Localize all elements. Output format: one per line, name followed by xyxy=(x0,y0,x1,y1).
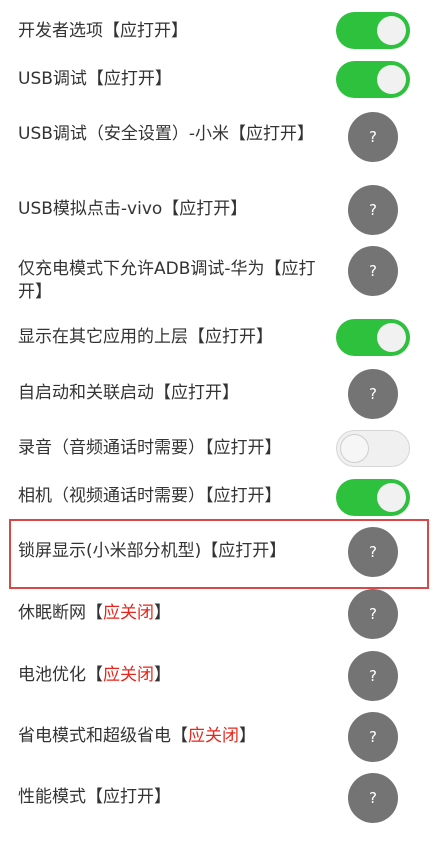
toggle-switch-on[interactable] xyxy=(336,12,410,49)
help-button[interactable]: ? xyxy=(348,773,398,823)
label-tail: 】 xyxy=(154,603,171,623)
question-icon: ? xyxy=(369,789,377,807)
label-text: 电池优化【 xyxy=(18,665,103,685)
help-button[interactable]: ? xyxy=(348,185,398,235)
row-label: USB调试（安全设置）-小米【应打开】 xyxy=(18,124,315,144)
row-label: 休眠断网【应关闭】 xyxy=(18,602,318,625)
list-item: 省电模式和超级省电【应关闭】 ? xyxy=(0,711,439,763)
list-item: 休眠断网【应关闭】 ? xyxy=(0,588,439,640)
question-icon: ? xyxy=(369,605,377,623)
list-item: 录音（音频通话时需要）【应打开】 xyxy=(0,428,439,470)
list-item: 性能模式【应打开】 ? xyxy=(0,772,439,824)
help-button[interactable]: ? xyxy=(348,712,398,762)
row-label: 录音（音频通话时需要）【应打开】 xyxy=(18,438,282,458)
question-icon: ? xyxy=(369,385,377,403)
row-label: USB调试【应打开】 xyxy=(18,69,172,89)
switch-knob xyxy=(377,323,406,352)
question-icon: ? xyxy=(369,667,377,685)
permission-list: 开发者选项【应打开】 USB调试【应打开】 USB调试（安全设置）-小米【应打开… xyxy=(0,0,439,847)
label-tail: 】 xyxy=(154,665,171,685)
warning-text: 应关闭 xyxy=(103,665,154,685)
label-text: 休眠断网【 xyxy=(18,603,103,623)
help-button[interactable]: ? xyxy=(348,369,398,419)
help-button[interactable]: ? xyxy=(348,589,398,639)
row-label: 省电模式和超级省电【应关闭】 xyxy=(18,725,318,748)
row-label: 自启动和关联启动【应打开】 xyxy=(18,383,239,403)
list-item: 显示在其它应用的上层【应打开】 xyxy=(0,316,439,360)
question-icon: ? xyxy=(369,262,377,280)
warning-text: 应关闭 xyxy=(103,603,154,623)
question-icon: ? xyxy=(369,728,377,746)
toggle-switch-on[interactable] xyxy=(336,319,410,356)
row-label: 显示在其它应用的上层【应打开】 xyxy=(18,327,273,347)
toggle-switch-on[interactable] xyxy=(336,479,410,516)
list-item: USB调试【应打开】 xyxy=(0,56,439,102)
question-icon: ? xyxy=(369,128,377,146)
row-label: 相机（视频通话时需要）【应打开】 xyxy=(18,486,282,506)
toggle-switch-off[interactable] xyxy=(336,430,410,467)
toggle-switch-on[interactable] xyxy=(336,61,410,98)
switch-knob xyxy=(377,16,406,45)
switch-knob xyxy=(377,65,406,94)
list-item: USB调试（安全设置）-小米【应打开】 ? xyxy=(0,112,439,168)
list-item: 开发者选项【应打开】 xyxy=(0,8,439,54)
row-label: 电池优化【应关闭】 xyxy=(18,664,318,687)
row-label: 性能模式【应打开】 xyxy=(18,787,171,807)
list-item: 仅充电模式下允许ADB调试-华为【应打开】 ? xyxy=(0,246,439,302)
help-button[interactable]: ? xyxy=(348,651,398,701)
list-item: 相机（视频通话时需要）【应打开】 xyxy=(0,476,439,520)
help-button[interactable]: ? xyxy=(348,246,398,296)
row-label: 开发者选项【应打开】 xyxy=(18,21,188,41)
switch-knob xyxy=(377,483,406,512)
row-label: 仅充电模式下允许ADB调试-华为【应打开】 xyxy=(18,259,316,302)
row-label: USB模拟点击-vivo【应打开】 xyxy=(18,199,248,219)
help-button[interactable]: ? xyxy=(348,112,398,162)
question-icon: ? xyxy=(369,201,377,219)
label-text: 省电模式和超级省电【 xyxy=(18,726,188,746)
label-tail: 】 xyxy=(239,726,256,746)
list-item: 自启动和关联启动【应打开】 ? xyxy=(0,368,439,420)
warning-text: 应关闭 xyxy=(188,726,239,746)
list-item: USB模拟点击-vivo【应打开】 ? xyxy=(0,184,439,236)
switch-knob xyxy=(340,433,369,463)
list-item: 电池优化【应关闭】 ? xyxy=(0,650,439,702)
highlight-box xyxy=(9,519,429,589)
